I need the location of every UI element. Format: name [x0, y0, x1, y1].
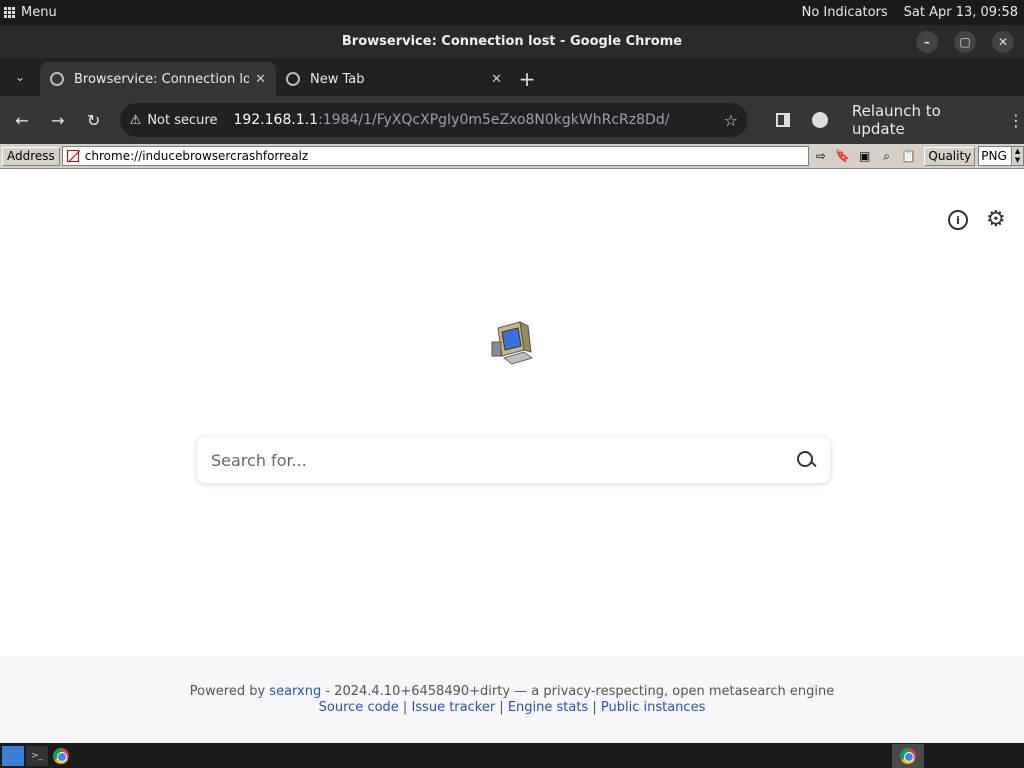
system-menu-button[interactable]: Menu [0, 5, 57, 20]
address-label: Address [2, 146, 60, 166]
go-arrow-icon[interactable]: ⇨ [811, 147, 831, 166]
computer-logo-icon [491, 321, 534, 365]
browser-toolbar: ← → ↻ ⚠ Not secure 192.168.1.1:1984/1/Fy… [0, 96, 1024, 144]
footer-separator: | [398, 700, 412, 715]
chrome-menu-icon[interactable]: ⋮ [1008, 111, 1024, 130]
tab-browservice[interactable]: Browservice: Connection lost ✕ [40, 62, 276, 96]
system-top-bar: Menu No Indicators Sat Apr 13, 09:58 [0, 0, 1024, 25]
close-tab-icon[interactable]: ✕ [255, 72, 266, 87]
url-host: 192.168.1.1 [233, 112, 319, 128]
find-binoculars-icon[interactable]: ⌕ [877, 147, 897, 166]
apps-grid-icon [4, 7, 15, 18]
page-content: i ⚙ Search for... Powered by searxng - 2… [0, 170, 1024, 743]
search-input[interactable]: Search for... [197, 437, 830, 483]
new-tab-button[interactable]: + [512, 62, 542, 96]
minimize-button[interactable]: – [916, 31, 938, 53]
chrome-launcher-icon[interactable] [50, 746, 72, 766]
forward-button[interactable]: → [40, 102, 76, 138]
show-desktop-icon[interactable] [2, 745, 24, 766]
quality-spinner[interactable]: ▲ ▼ [1011, 147, 1024, 165]
profile-avatar-icon[interactable] [811, 112, 828, 128]
omnibox[interactable]: ⚠ Not secure 192.168.1.1:1984/1/FyXQcXPg… [119, 103, 748, 137]
version-text: - 2024.4.10+6458490+dirty — a privacy-re… [321, 684, 835, 699]
terminal-icon[interactable]: >_ [26, 745, 48, 766]
system-menu-label: Menu [21, 5, 57, 20]
close-window-button[interactable]: ✕ [992, 31, 1014, 53]
screenshot-icon[interactable]: ▣ [855, 147, 875, 166]
globe-icon [50, 72, 64, 86]
source-code-link[interactable]: Source code [319, 700, 399, 715]
browservice-control-bar: Address chrome://inducebrowsercrashforre… [0, 144, 1024, 169]
address-value: chrome://inducebrowsercrashforrealz [84, 149, 309, 163]
public-instances-link[interactable]: Public instances [601, 700, 705, 715]
chrome-icon [900, 747, 916, 764]
bookmark-icon[interactable]: 🔖 [833, 147, 853, 166]
info-icon[interactable]: i [948, 210, 968, 230]
footer-separator: | [588, 700, 601, 715]
footer-separator: | [495, 700, 508, 715]
clipboard-icon[interactable]: 📋 [899, 147, 919, 166]
close-tab-icon[interactable]: ✕ [491, 72, 502, 87]
tab-label: Browservice: Connection lost [74, 71, 250, 87]
search-placeholder: Search for... [211, 450, 307, 470]
chrome-window-button[interactable] [892, 743, 924, 768]
url-path: :1984/1/FyXQcXPgIy0m5eZxo8N0kgkWhRcRz8Dd… [318, 112, 670, 128]
security-chip[interactable]: Not secure [147, 113, 217, 128]
back-button[interactable]: ← [4, 102, 40, 138]
chrome-icon [286, 72, 300, 86]
tab-search-button[interactable]: ⌄ [0, 58, 40, 96]
engine-stats-link[interactable]: Engine stats [508, 700, 588, 715]
side-panel-icon[interactable] [775, 113, 790, 127]
settings-gear-icon[interactable]: ⚙ [986, 209, 1008, 232]
maximize-button[interactable]: ▢ [954, 31, 976, 53]
window-title: Browservice: Connection lost - Google Ch… [341, 34, 683, 49]
warning-icon: ⚠ [129, 112, 142, 128]
search-icon[interactable] [796, 450, 816, 470]
bookmark-star-icon[interactable]: ☆ [724, 111, 738, 130]
tab-label: New Tab [310, 71, 365, 87]
window-title-bar: Browservice: Connection lost - Google Ch… [0, 25, 1024, 58]
insecure-icon [66, 150, 79, 162]
tab-strip: ⌄ Browservice: Connection lost ✕ New Tab… [0, 58, 1024, 96]
relaunch-to-update-button[interactable]: Relaunch to update [852, 102, 998, 138]
system-clock[interactable]: Sat Apr 13, 09:58 [904, 5, 1018, 20]
quality-value: PNG [981, 149, 1007, 163]
powered-by-text: Powered by [189, 684, 266, 699]
quality-label: Quality [924, 146, 976, 166]
address-field[interactable]: chrome://inducebrowsercrashforrealz [61, 146, 810, 166]
indicators-status[interactable]: No Indicators [802, 5, 888, 20]
issue-tracker-link[interactable]: Issue tracker [411, 700, 495, 715]
quality-select[interactable]: PNG ▲ ▼ [978, 146, 1024, 166]
searxng-link[interactable]: searxng [269, 684, 321, 699]
reload-button[interactable]: ↻ [76, 102, 112, 138]
taskbar: >_ [0, 743, 1024, 768]
page-footer: Powered by searxng - 2024.4.10+6458490+d… [0, 657, 1024, 743]
tab-new-tab[interactable]: New Tab ✕ [276, 62, 512, 96]
